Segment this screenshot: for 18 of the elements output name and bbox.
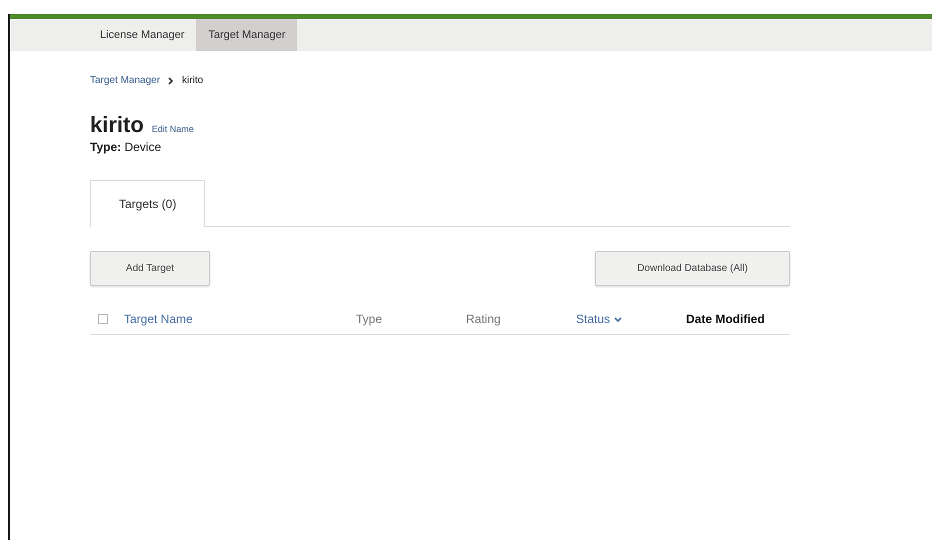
- download-database-button[interactable]: Download Database (All): [595, 251, 790, 286]
- nav-tab[interactable]: License Manager: [88, 19, 196, 51]
- chevron-down-icon: [614, 317, 622, 324]
- chevron-icon: [168, 76, 174, 84]
- add-target-button[interactable]: Add Target: [90, 251, 210, 286]
- breadcrumb-current: kirito: [182, 74, 204, 88]
- column-header[interactable]: Date Modified: [686, 312, 765, 326]
- column-header: Type: [356, 312, 382, 326]
- column-header[interactable]: Status: [576, 312, 610, 326]
- edit-name-link[interactable]: Edit Name: [152, 123, 194, 136]
- column-header[interactable]: Target Name: [124, 312, 193, 326]
- page-title: kirito: [90, 112, 144, 138]
- select-all-checkbox[interactable]: [98, 314, 108, 324]
- type-line: Type: Device: [90, 139, 162, 156]
- column-header: Rating: [466, 312, 501, 326]
- breadcrumb-link[interactable]: Target Manager: [90, 73, 160, 88]
- targets-tab[interactable]: Targets (0): [90, 180, 206, 228]
- nav-tab[interactable]: Target Manager: [196, 19, 298, 51]
